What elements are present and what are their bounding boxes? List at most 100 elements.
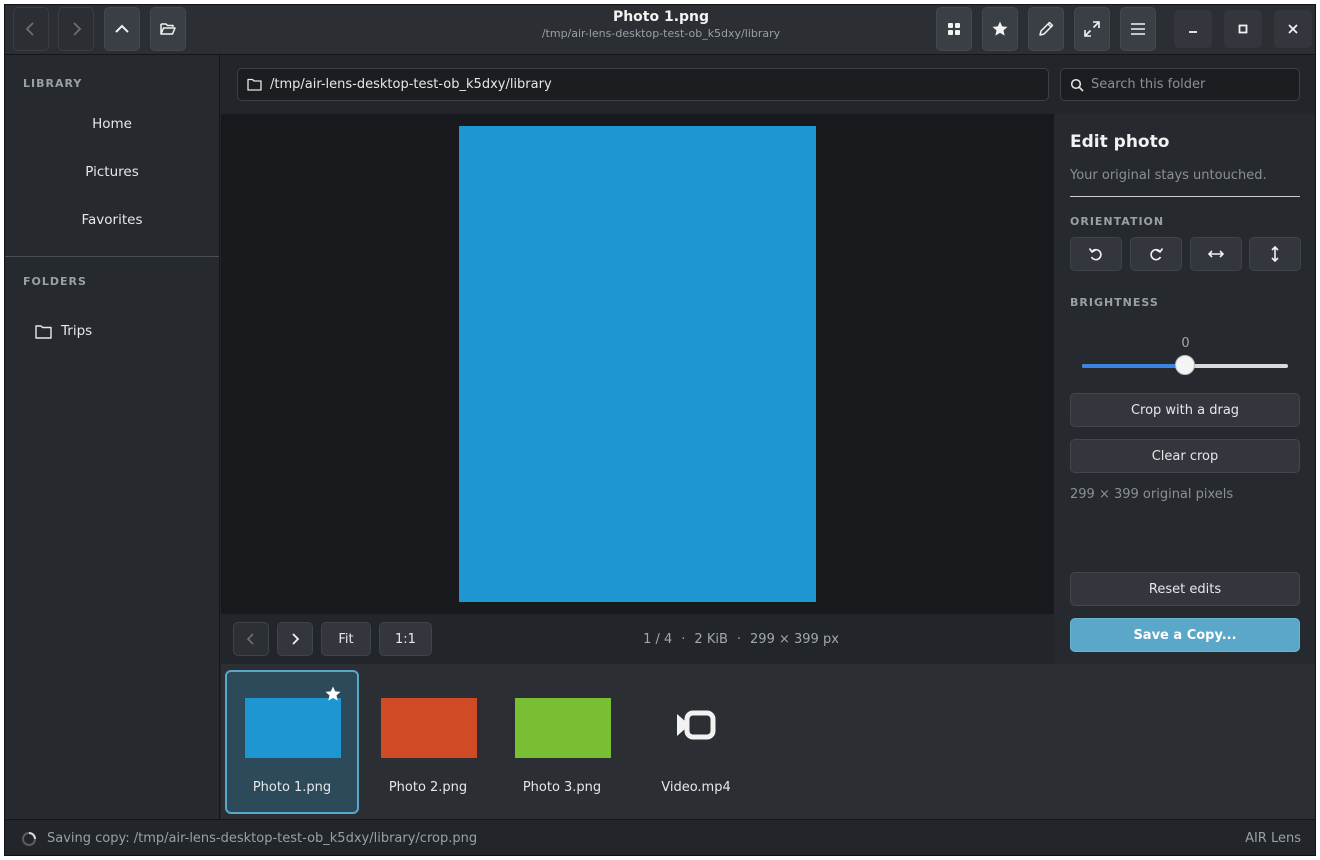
- header-bar: Photo 1.png /tmp/air-lens-desktop-test-o…: [5, 5, 1315, 55]
- hamburger-icon: [1131, 23, 1145, 35]
- brightness-slider[interactable]: [1082, 355, 1288, 375]
- favorite-button[interactable]: [982, 7, 1018, 51]
- grid-view-button[interactable]: [936, 7, 972, 51]
- next-photo-button[interactable]: [277, 622, 313, 656]
- previous-photo-button[interactable]: [233, 622, 269, 656]
- edit-panel: Edit photo Your original stays untouched…: [1054, 114, 1315, 664]
- save-copy-button[interactable]: Save a Copy...: [1070, 618, 1300, 652]
- chevron-left-icon: [246, 633, 254, 645]
- image-viewer[interactable]: [221, 114, 1054, 614]
- library-section-label: LIBRARY: [23, 77, 83, 90]
- app-name: AIR Lens: [1245, 831, 1301, 846]
- folder-open-icon: [160, 23, 176, 35]
- filmstrip-item-photo-1[interactable]: Photo 1.png: [225, 670, 359, 814]
- back-button[interactable]: [13, 7, 49, 51]
- folder-icon: [35, 324, 52, 339]
- sidebar-divider: [5, 256, 219, 257]
- grid-icon: [948, 23, 960, 35]
- photo-file-size: 2 KiB: [694, 632, 728, 647]
- maximize-icon: [1238, 24, 1248, 34]
- expand-icon: [1084, 21, 1100, 37]
- brightness-slider-handle[interactable]: [1175, 355, 1195, 375]
- chevron-up-icon: [115, 24, 129, 33]
- close-button[interactable]: [1274, 10, 1312, 48]
- sidebar-item-label: Home: [92, 116, 132, 132]
- info-separator: ·: [736, 632, 742, 647]
- spinner-icon: [22, 832, 36, 846]
- fullscreen-button[interactable]: [1074, 7, 1110, 51]
- thumbnail: [515, 698, 611, 758]
- original-dimensions: 299 × 399 original pixels: [1070, 487, 1234, 502]
- open-folder-button[interactable]: [150, 7, 186, 51]
- pencil-icon: [1039, 21, 1054, 36]
- filmstrip: Photo 1.png Photo 2.png Photo 3.png Vide…: [221, 664, 1315, 819]
- status-text: Saving copy: /tmp/air-lens-desktop-test-…: [47, 831, 478, 846]
- path-bar[interactable]: /tmp/air-lens-desktop-test-ob_k5dxy/libr…: [237, 68, 1049, 101]
- reset-edits-button[interactable]: Reset edits: [1070, 572, 1300, 606]
- maximize-button[interactable]: [1224, 10, 1262, 48]
- window-title-area: Photo 1.png /tmp/air-lens-desktop-test-o…: [405, 8, 917, 41]
- photo-position: 1 / 4: [643, 632, 673, 647]
- folder-label: Trips: [61, 323, 93, 339]
- search-box[interactable]: [1060, 68, 1300, 101]
- thumbnail: [381, 698, 477, 758]
- filmstrip-item-video[interactable]: Video.mp4: [629, 670, 763, 814]
- search-icon: [1070, 78, 1084, 92]
- flip-vertical-button[interactable]: [1249, 237, 1301, 271]
- thumbnail-label: Photo 2.png: [388, 780, 468, 795]
- clear-crop-button[interactable]: Clear crop: [1070, 439, 1300, 473]
- edit-button[interactable]: [1028, 7, 1064, 51]
- forward-button[interactable]: [58, 7, 94, 51]
- thumbnail-label: Video.mp4: [661, 780, 731, 795]
- minimize-button[interactable]: [1174, 10, 1212, 48]
- flip-horizontal-button[interactable]: [1190, 237, 1242, 271]
- crop-button[interactable]: Crop with a drag: [1070, 393, 1300, 427]
- sidebar-item-label: Pictures: [85, 164, 139, 180]
- brightness-slider-fill: [1082, 364, 1185, 368]
- info-separator: ·: [681, 632, 686, 647]
- actual-size-button[interactable]: 1:1: [379, 622, 432, 656]
- thumbnail: [245, 698, 341, 758]
- close-icon: [1288, 24, 1298, 34]
- status-bar: Saving copy: /tmp/air-lens-desktop-test-…: [5, 819, 1315, 855]
- filmstrip-item-photo-2[interactable]: Photo 2.png: [361, 670, 495, 814]
- sidebar-item-label: Favorites: [81, 212, 143, 228]
- star-icon: [992, 21, 1008, 36]
- video-camera-icon: [677, 710, 716, 740]
- chevron-left-icon: [25, 22, 34, 36]
- brightness-value: 0: [1181, 336, 1190, 351]
- favorite-star-icon: [325, 686, 341, 701]
- folder-icon: [247, 78, 262, 91]
- flip-horizontal-icon: [1207, 250, 1225, 258]
- rotate-left-button[interactable]: [1070, 237, 1122, 271]
- filmstrip-item-photo-3[interactable]: Photo 3.png: [495, 670, 629, 814]
- folders-section-label: FOLDERS: [23, 275, 87, 288]
- sidebar-item-home[interactable]: Home: [5, 104, 219, 144]
- path-text: /tmp/air-lens-desktop-test-ob_k5dxy/libr…: [270, 77, 552, 92]
- chevron-right-icon: [292, 633, 300, 645]
- edit-panel-subtitle: Your original stays untouched.: [1070, 168, 1267, 183]
- window-title: Photo 1.png: [612, 9, 710, 25]
- app-window: Photo 1.png /tmp/air-lens-desktop-test-o…: [4, 4, 1316, 856]
- orientation-label: ORIENTATION: [1070, 215, 1165, 228]
- viewer-nav-bar: Fit 1:1 1 / 4 · 2 KiB · 299 × 399 px: [221, 614, 1054, 664]
- fit-button[interactable]: Fit: [321, 622, 371, 656]
- search-input[interactable]: [1091, 77, 1291, 92]
- rotate-right-button[interactable]: [1130, 237, 1182, 271]
- sidebar: LIBRARY Home Pictures Favorites FOLDERS …: [5, 55, 220, 819]
- folder-item-trips[interactable]: Trips: [35, 319, 92, 343]
- rotate-right-icon: [1150, 248, 1164, 261]
- sidebar-item-favorites[interactable]: Favorites: [5, 200, 219, 240]
- photo-info: 1 / 4 · 2 KiB · 299 × 399 px: [491, 632, 991, 647]
- sidebar-item-pictures[interactable]: Pictures: [5, 152, 219, 192]
- current-photo[interactable]: [459, 126, 816, 602]
- brightness-label: BRIGHTNESS: [1070, 296, 1159, 309]
- window-subtitle: /tmp/air-lens-desktop-test-ob_k5dxy/libr…: [541, 27, 781, 40]
- thumbnail-label: Photo 3.png: [522, 780, 602, 795]
- menu-button[interactable]: [1120, 7, 1156, 51]
- photo-dimensions: 299 × 399 px: [750, 632, 839, 647]
- up-button[interactable]: [104, 7, 140, 51]
- thumbnail-label: Photo 1.png: [252, 780, 332, 795]
- edit-panel-title: Edit photo: [1070, 132, 1170, 152]
- minimize-icon: [1189, 31, 1197, 33]
